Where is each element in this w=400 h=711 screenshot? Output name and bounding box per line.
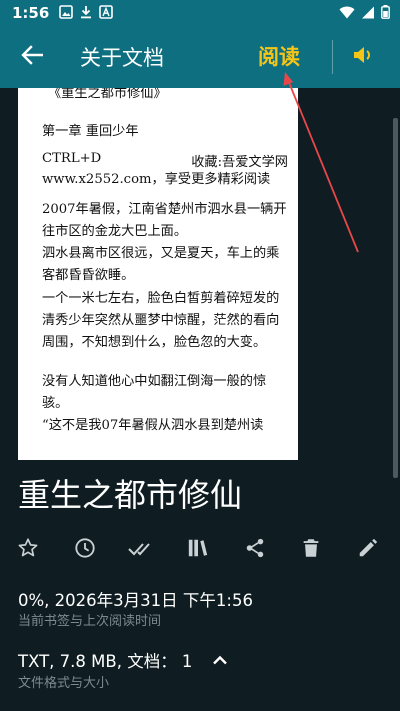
progress-info: 0%, 2026年3月31日 下午1:56: [18, 591, 253, 610]
download-icon: [80, 4, 92, 23]
signal-icon: [361, 4, 375, 23]
collapse-button[interactable]: [208, 648, 232, 670]
favorite-button[interactable]: [8, 532, 48, 568]
preview-paragraph: 泗水县离市区很远，又是夏天，车上的乘客都昏昏欲睡。: [42, 246, 280, 283]
app-bar: 关于文档 阅读: [0, 26, 400, 88]
speaker-button[interactable]: [346, 40, 382, 74]
preview-chapter: 第一章 重回少年: [42, 124, 139, 139]
preview-paragraph: “这不是我07年暑假从泗水县到楚州读: [42, 418, 264, 433]
history-button[interactable]: [65, 532, 105, 568]
wifi-icon: [339, 4, 355, 23]
preview-paragraph: 2007年暑假，江南省楚州市泗水县一辆开往市区的金龙大巴上面。: [42, 202, 287, 239]
edit-icon: [357, 537, 379, 563]
status-time: 1:56: [12, 4, 50, 22]
back-button[interactable]: [0, 26, 64, 88]
book-title: 重生之都市修仙: [18, 476, 243, 514]
clock-icon: [74, 537, 96, 563]
status-bar: 1:56: [0, 0, 400, 26]
preview-paragraph: 一个一米七左右，脸色白皙剪着碎短发的清秀少年突然从噩梦中惊醒，茫然的看向周围，不…: [42, 291, 280, 350]
speaker-icon: [353, 45, 375, 69]
app-bar-title: 关于文档: [80, 46, 164, 70]
edit-button[interactable]: [348, 532, 388, 568]
preview-ctrl-right: 收藏:吾爱文学网: [191, 155, 288, 170]
bookshelf-button[interactable]: [178, 532, 218, 568]
font-icon: [99, 4, 114, 23]
mark-read-button[interactable]: [121, 532, 161, 568]
bookshelf-icon: [187, 537, 209, 563]
battery-icon: [381, 4, 390, 23]
preview-title: 《重生之都市修仙》: [48, 88, 167, 101]
format-info: TXT, 7.8 MB, 文档： 1: [18, 652, 193, 671]
document-preview[interactable]: 《重生之都市修仙》 第一章 重回少年 CTRL+D 收藏:吾爱文学网 www.x…: [18, 88, 298, 460]
scrollbar[interactable]: [393, 118, 398, 478]
back-arrow-icon: [21, 45, 44, 69]
preview-site-line: www.x2552.com，享受更多精彩阅读: [42, 172, 271, 187]
preview-paragraph: 没有人知道他心中如翻江倒海一般的惊骇。: [42, 374, 267, 411]
preview-ctrl-left: CTRL+D: [42, 151, 102, 166]
progress-caption: 当前书签与上次阅读时间: [18, 614, 162, 629]
star-icon: [17, 537, 39, 563]
chevron-up-icon: [212, 650, 228, 669]
app-bar-divider: [332, 40, 333, 74]
format-caption: 文件格式与大小: [18, 676, 110, 691]
share-button[interactable]: [235, 532, 275, 568]
read-button[interactable]: 阅读: [258, 41, 300, 71]
delete-icon: [300, 537, 322, 563]
delete-button[interactable]: [291, 532, 331, 568]
preview-ctrl-row: CTRL+D 收藏:吾爱文学网: [42, 151, 288, 170]
action-toolbar: [8, 532, 388, 568]
image-icon: [59, 4, 74, 23]
share-icon: [244, 537, 266, 563]
double-check-icon: [128, 537, 154, 563]
